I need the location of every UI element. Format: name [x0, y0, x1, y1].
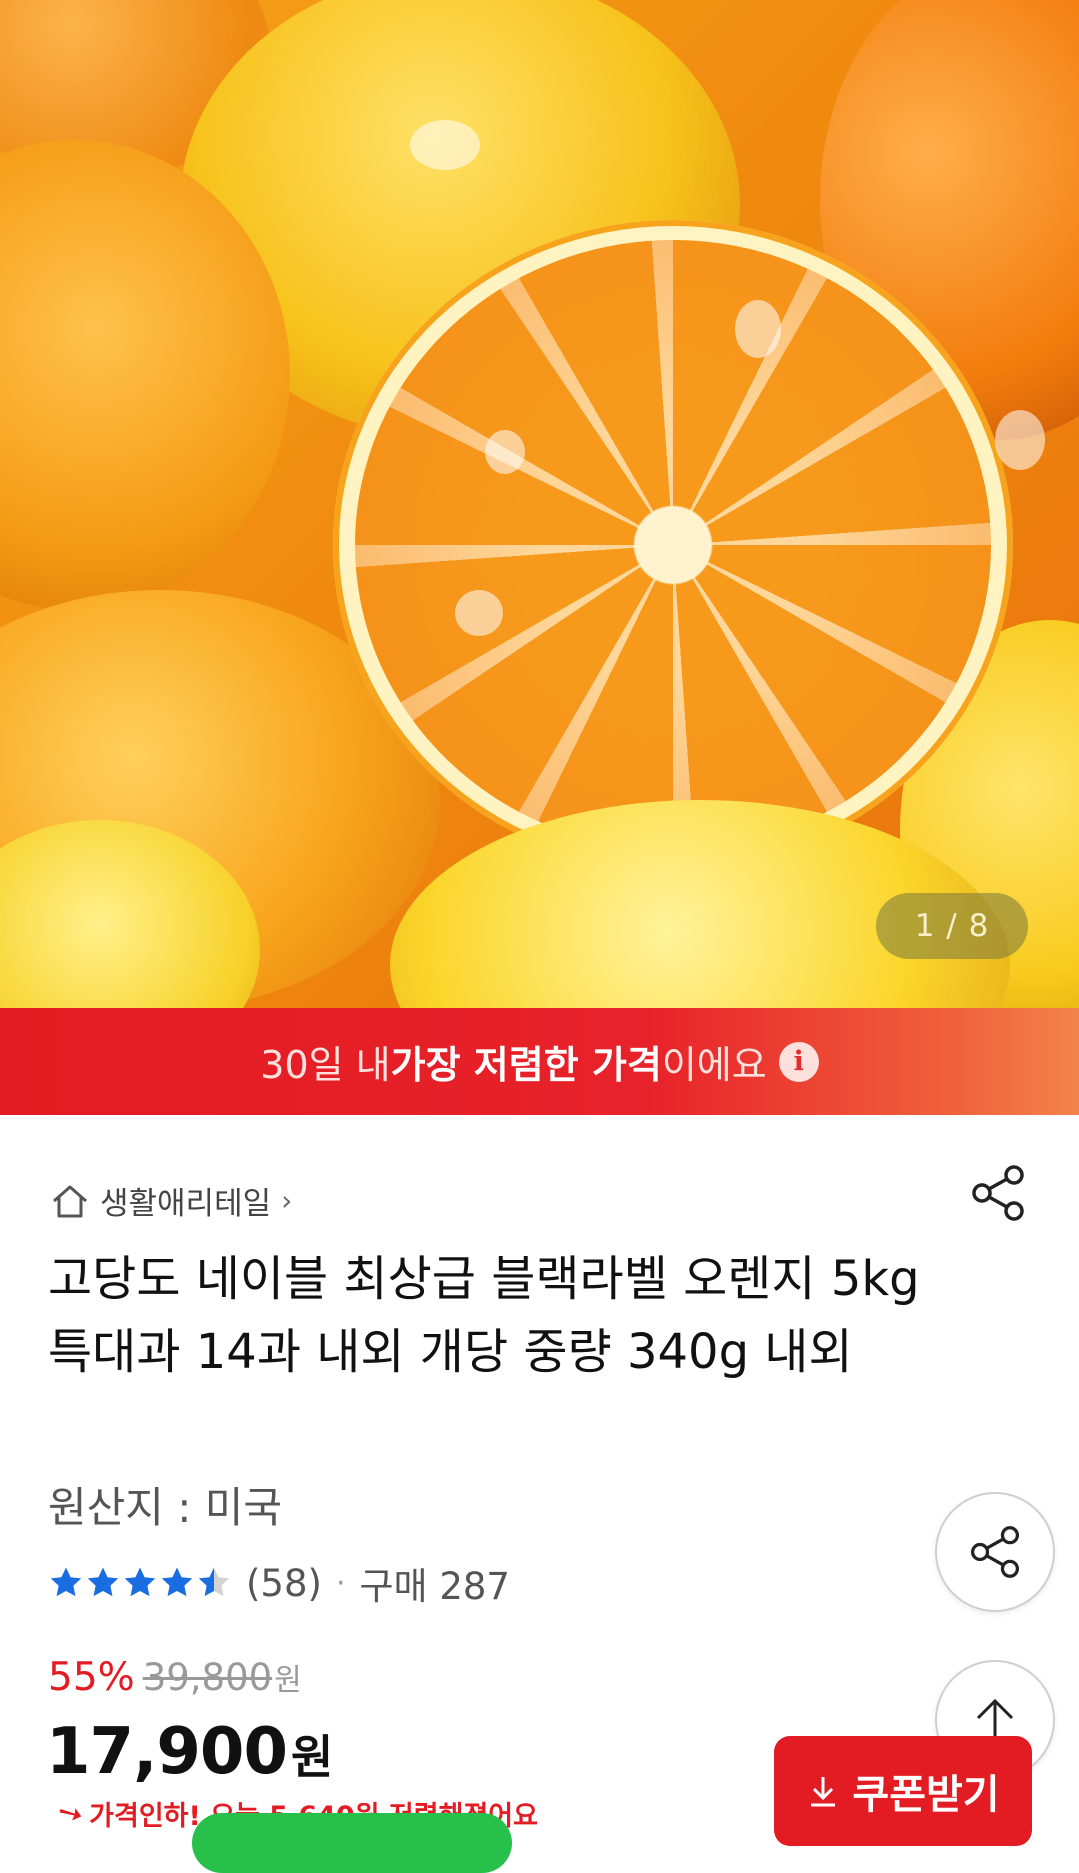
water-drop	[995, 410, 1045, 470]
star-icon	[161, 1567, 193, 1597]
image-counter: 1 / 8	[876, 893, 1028, 959]
breadcrumb-label: 생활애리테일	[100, 1186, 272, 1222]
share-icon	[972, 1165, 1024, 1221]
water-drop	[735, 300, 781, 358]
get-coupon-button[interactable]: 쿠폰받기	[774, 1736, 1032, 1846]
water-drop	[485, 430, 525, 474]
price-down-icon: ➘	[50, 1792, 91, 1835]
half-star-icon	[198, 1567, 230, 1597]
coupon-label: 쿠폰받기	[852, 1772, 1000, 1818]
star-rating	[48, 1566, 232, 1600]
discount-row: 55% 39,800 원	[48, 1655, 302, 1700]
info-icon[interactable]: i	[778, 1041, 819, 1082]
breadcrumb[interactable]: 생활애리테일 ›	[50, 1178, 292, 1223]
review-count[interactable]: (58)	[246, 1562, 322, 1605]
sale-price-value: 17,900	[46, 1715, 288, 1789]
origin-country: 원산지 : 미국	[48, 1483, 283, 1532]
share-button[interactable]	[968, 1163, 1028, 1223]
star-icon	[124, 1567, 156, 1597]
lowest-price-banner[interactable]: 30일 내 가장 저렴한 가격 이에요 i	[0, 1008, 1079, 1115]
banner-prefix: 30일 내	[260, 1043, 391, 1087]
product-image[interactable]: 1 / 8	[0, 0, 1079, 1008]
original-price: 39,800	[142, 1656, 273, 1699]
banner-suffix: 이에요	[661, 1043, 767, 1087]
chevron-right-icon: ›	[281, 1184, 293, 1217]
rating-row[interactable]: (58) · 구매 287	[48, 1556, 510, 1610]
home-icon	[53, 1185, 87, 1217]
orange-slice	[333, 220, 1013, 870]
sale-price: 17,900 원	[46, 1715, 333, 1789]
share-icon	[970, 1526, 1020, 1578]
floating-share-button[interactable]	[935, 1492, 1055, 1612]
star-icon	[87, 1567, 119, 1597]
download-icon	[811, 1777, 836, 1807]
discount-rate: 55%	[48, 1655, 135, 1700]
banner-highlight: 가장 저렴한 가격	[390, 1043, 662, 1087]
sale-price-unit: 원	[290, 1730, 334, 1784]
separator-dot: ·	[335, 1565, 346, 1601]
product-title: 고당도 네이블 최상급 블랙라벨 오렌지 5kg 특대과 14과 내외 개당 중…	[48, 1251, 920, 1380]
water-splash	[410, 120, 480, 170]
original-price-unit: 원	[274, 1663, 302, 1698]
water-drop	[455, 590, 503, 636]
purchase-count: 구매 287	[359, 1565, 510, 1608]
star-icon	[50, 1567, 82, 1597]
bottom-action-pill[interactable]	[192, 1813, 512, 1873]
